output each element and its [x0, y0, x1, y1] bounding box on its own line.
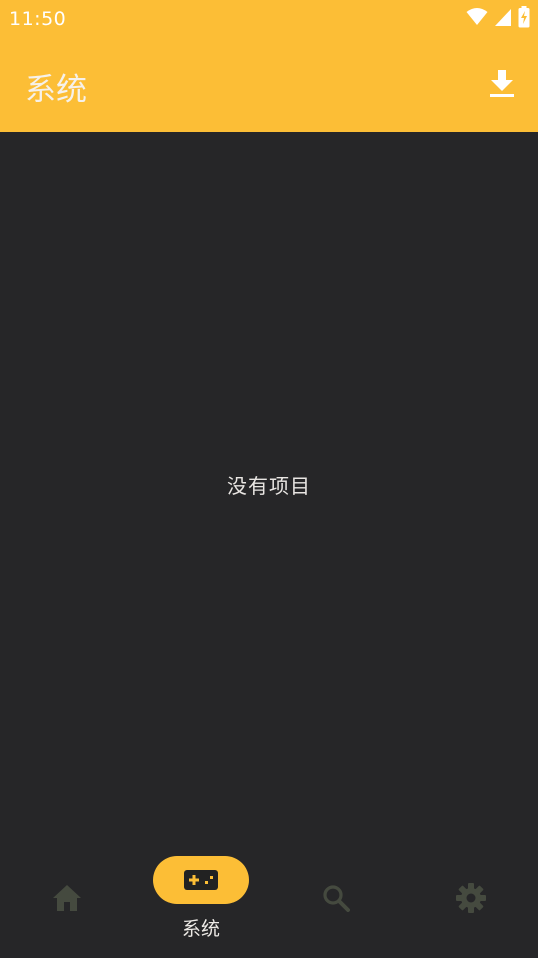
nav-icon-container [316, 880, 356, 916]
status-time: 11:50 [9, 8, 67, 30]
nav-item-systems[interactable]: 系统 [134, 838, 268, 958]
download-icon [490, 70, 514, 97]
home-icon [53, 885, 81, 911]
cell-signal-icon [495, 9, 511, 26]
content-area: 没有项目 [0, 132, 538, 838]
status-bar: 11:50 [0, 0, 538, 36]
download-button[interactable] [484, 66, 520, 102]
app-bar: 11:50 系统 [0, 0, 538, 132]
nav-item-home[interactable] [0, 838, 134, 958]
gamepad-icon [184, 870, 218, 890]
nav-item-search[interactable] [269, 838, 403, 958]
nav-icon-container [451, 880, 491, 916]
empty-state-message: 没有项目 [227, 474, 311, 498]
nav-icon-container [47, 880, 87, 916]
gear-icon [456, 883, 486, 913]
nav-item-label: 系统 [181, 918, 220, 940]
status-icons [466, 6, 530, 28]
nav-item-settings[interactable] [404, 838, 538, 958]
page-title: 系统 [25, 72, 87, 108]
search-icon [323, 885, 350, 912]
nav-icon-container [153, 856, 249, 904]
bottom-navigation: 系统 [0, 838, 538, 958]
battery-charging-icon [518, 6, 530, 28]
wifi-icon [466, 8, 488, 25]
